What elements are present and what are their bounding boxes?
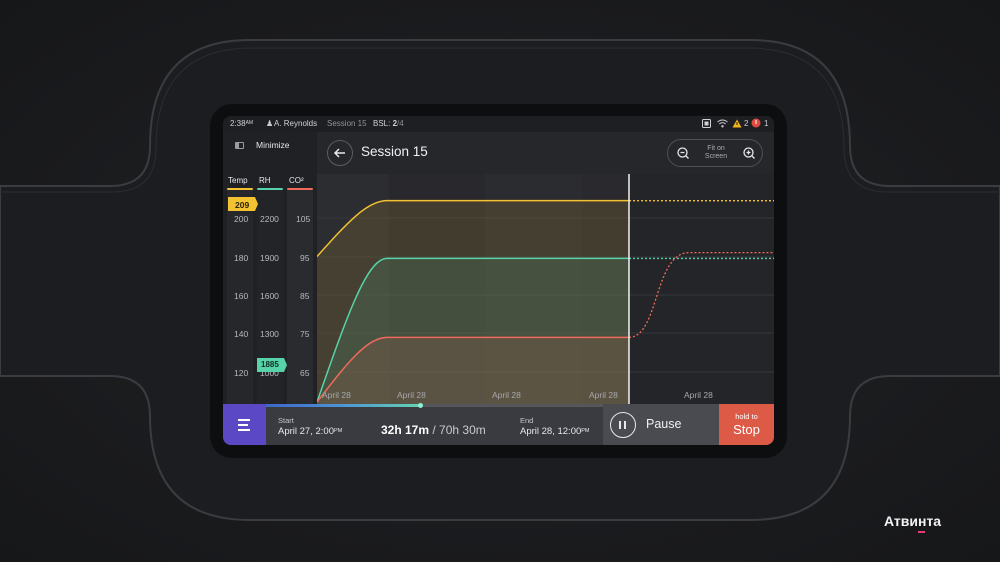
chart-header: Session 15 Fit on Screen xyxy=(317,132,774,174)
x-tick-label: April 28 xyxy=(322,390,351,400)
chart-band xyxy=(629,174,774,404)
session-name: Session 15 xyxy=(327,119,367,128)
alert-icon[interactable] xyxy=(751,118,761,128)
start-time: April 27, 2:00PM xyxy=(278,426,343,437)
elapsed-time: 32h 17m / 70h 30m xyxy=(381,423,486,437)
session-controls-bar: Start April 27, 2:00PM 32h 17m / 70h 30m… xyxy=(223,403,774,445)
back-button[interactable] xyxy=(327,140,353,166)
session-progress-knob[interactable] xyxy=(418,403,424,408)
brand-accent xyxy=(918,531,925,533)
session-progress-bar xyxy=(266,403,603,408)
menu-button[interactable] xyxy=(223,404,266,445)
sensor-scales-panel: Minimize Temp RH CO² 200 180 160 140 120… xyxy=(223,132,317,445)
menu-icon-line xyxy=(238,424,248,426)
x-tick-label: April 28 xyxy=(684,390,713,400)
x-tick-label: April 28 xyxy=(589,390,618,400)
x-tick-label: April 28 xyxy=(397,390,426,400)
brand-logo: Атвинта xyxy=(884,513,942,529)
x-tick-label: April 28 xyxy=(492,390,521,400)
alert-count: 1 xyxy=(764,119,769,128)
page-title: Session 15 xyxy=(361,144,428,159)
pause-label: Pause xyxy=(646,417,682,431)
zoom-out-icon[interactable] xyxy=(677,147,689,159)
clock: 2:38AM xyxy=(230,119,254,128)
menu-icon xyxy=(238,419,250,421)
end-label: End xyxy=(520,416,534,425)
pause-icon-bar xyxy=(624,421,626,429)
rh-current-badge: 1885 xyxy=(261,360,279,369)
wifi-icon xyxy=(717,119,728,128)
zoom-in-icon[interactable] xyxy=(743,147,755,159)
pause-button[interactable]: Pause xyxy=(603,404,719,445)
hold-to-label: hold to xyxy=(735,412,758,421)
bsl-indicator: BSL: 2/4 xyxy=(373,119,404,128)
sim-card-icon xyxy=(702,119,711,128)
stage: 2:38AM ♟ A. Reynolds Session 15 BSL: 2/4… xyxy=(0,0,1000,562)
warning-icon[interactable] xyxy=(732,119,742,128)
user-name: A. Reynolds xyxy=(274,119,318,128)
fit-on-screen-button[interactable]: Fit on Screen xyxy=(697,145,735,161)
arrow-left-icon xyxy=(333,148,345,158)
zoom-controls: Fit on Screen xyxy=(667,139,763,167)
start-label: Start xyxy=(278,416,294,425)
warning-count: 2 xyxy=(744,119,749,128)
pause-icon xyxy=(610,412,636,438)
pause-icon-bar xyxy=(619,421,621,429)
device-screen: 2:38AM ♟ A. Reynolds Session 15 BSL: 2/4… xyxy=(223,116,774,445)
status-bar: 2:38AM ♟ A. Reynolds Session 15 BSL: 2/4… xyxy=(223,116,774,132)
temp-current-badge: 209 xyxy=(235,200,250,210)
stop-label: Stop xyxy=(733,422,760,437)
menu-icon-line xyxy=(238,429,250,431)
end-time: April 28, 12:00PM xyxy=(520,426,590,437)
stop-button[interactable]: hold to Stop xyxy=(719,404,774,445)
session-chart: April 28 April 28 April 28 April 28 April 28… xyxy=(317,132,774,404)
session-progress-fill xyxy=(266,404,422,407)
user-icon: ♟ xyxy=(266,119,274,128)
